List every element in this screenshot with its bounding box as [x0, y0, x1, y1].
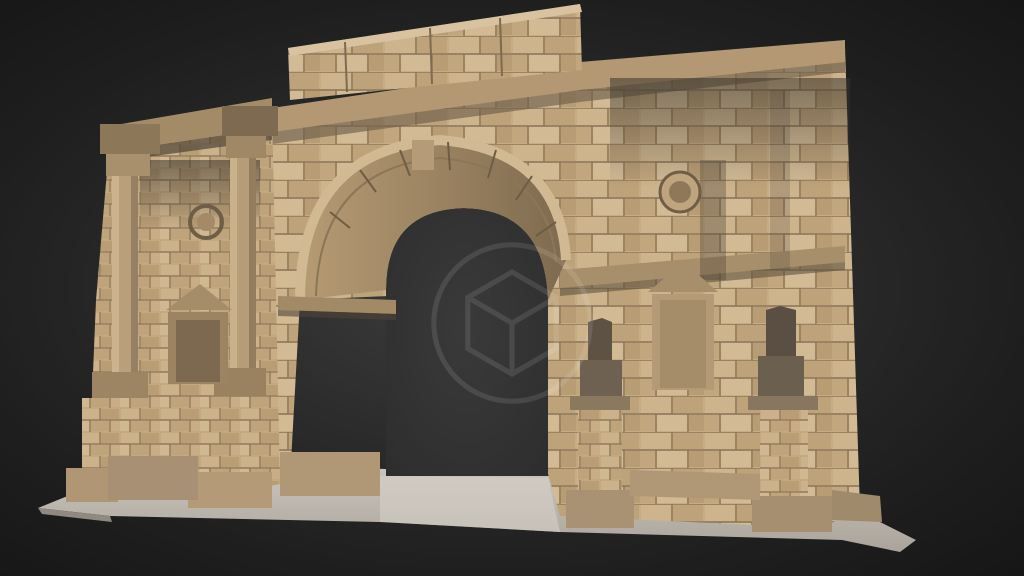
cube-logo-icon: [431, 242, 593, 404]
right-medallion: [658, 170, 702, 214]
arch-impost-left: [278, 296, 396, 320]
model-viewport[interactable]: [0, 0, 1024, 576]
